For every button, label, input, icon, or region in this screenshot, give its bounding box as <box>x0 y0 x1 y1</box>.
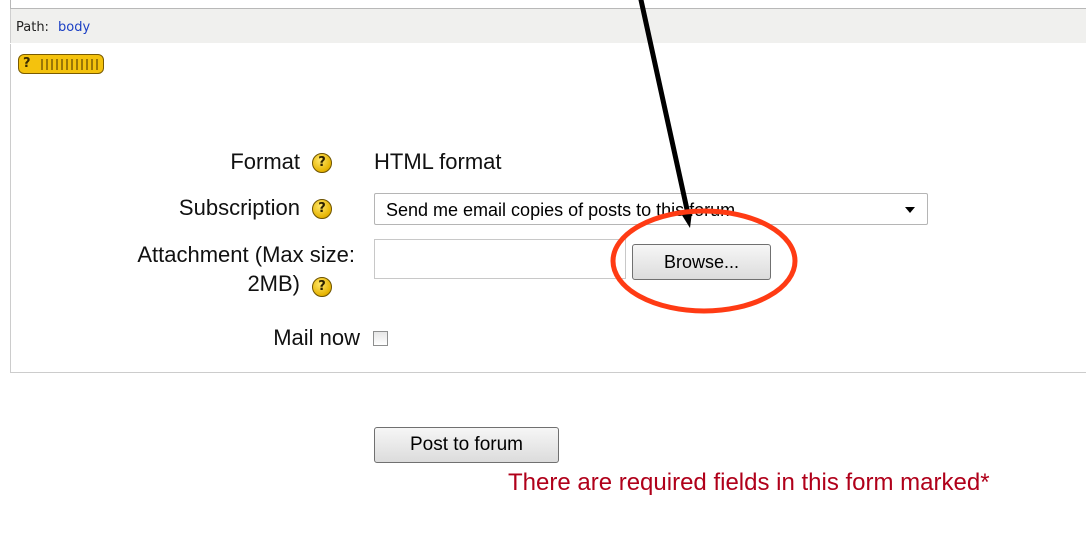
chevron-down-icon <box>905 207 915 213</box>
subscription-help-icon[interactable]: ? <box>312 199 332 219</box>
format-label: Format <box>230 149 300 174</box>
required-fields-note: There are required fields in this form m… <box>508 469 990 496</box>
path-label: Path: <box>16 20 49 35</box>
attachment-label-line1: Attachment (Max size: <box>137 242 355 267</box>
attachment-label-line2: 2MB) <box>247 271 300 296</box>
keyboard-help-icon[interactable]: ? <box>18 54 104 74</box>
editor-path-bar: Path: body <box>10 9 1086 43</box>
subscription-select[interactable]: Send me email copies of posts to this fo… <box>374 193 928 225</box>
attachment-file-field[interactable] <box>374 239 626 279</box>
mail-now-checkbox[interactable] <box>373 331 388 346</box>
format-help-icon[interactable]: ? <box>312 153 332 173</box>
path-link-body[interactable]: body <box>58 20 90 35</box>
post-to-forum-button[interactable]: Post to forum <box>374 427 559 463</box>
format-value: HTML format <box>374 149 502 174</box>
editor-bottom-edge <box>10 0 1086 9</box>
subscription-selected: Send me email copies of posts to this fo… <box>386 200 736 220</box>
mail-now-label: Mail now <box>273 325 360 350</box>
attachment-help-icon[interactable]: ? <box>312 277 332 297</box>
browse-button[interactable]: Browse... <box>632 244 771 280</box>
post-form-page: Path: body ? Format ? HTML format Subscr… <box>0 0 1086 540</box>
subscription-label: Subscription <box>178 195 300 220</box>
